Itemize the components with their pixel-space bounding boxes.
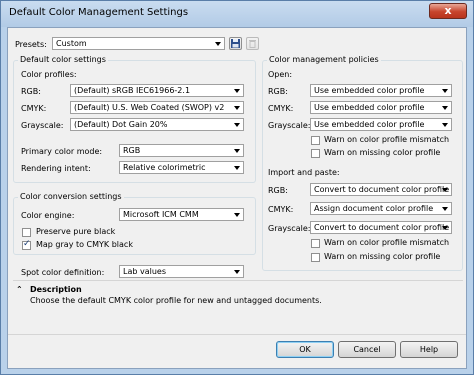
rendering-intent-label: Rendering intent:	[21, 164, 91, 173]
map-gray-to-cmyk-label: Map gray to CMYK black	[36, 240, 133, 249]
chevron-down-icon	[233, 103, 242, 112]
description-text: Choose the default CMYK color profile fo…	[30, 296, 322, 305]
import-grayscale-dropdown[interactable]: Convert to document color profile	[310, 221, 452, 234]
cmyk-profile-label: CMYK:	[21, 104, 47, 113]
import-warn-mismatch-checkbox[interactable]	[311, 239, 320, 248]
open-warn-missing-checkbox[interactable]	[311, 149, 320, 158]
spot-color-definition-value: Lab values	[123, 267, 166, 276]
open-rgb-value: Use embedded color profile	[314, 86, 425, 95]
rgb-profile-label: RGB:	[21, 87, 41, 96]
grayscale-profile-label: Grayscale:	[21, 121, 64, 130]
chevron-down-icon	[233, 210, 242, 219]
chevron-down-icon	[441, 86, 450, 95]
presets-label: Presets:	[15, 40, 47, 49]
import-warn-missing-checkbox[interactable]	[311, 253, 320, 262]
spot-color-definition-label: Spot color definition:	[21, 268, 105, 277]
chevron-down-icon	[233, 120, 242, 129]
spot-color-definition-dropdown[interactable]: Lab values	[119, 265, 244, 278]
import-grayscale-value: Convert to document color profile	[314, 223, 450, 232]
preserve-pure-black-label: Preserve pure black	[36, 227, 116, 236]
description-divider	[13, 280, 463, 281]
open-cmyk-label: CMYK:	[268, 104, 294, 113]
chevron-down-icon	[233, 163, 242, 172]
import-rgb-label: RGB:	[268, 186, 288, 195]
import-rgb-value: Convert to document color profile	[314, 185, 450, 194]
import-rgb-dropdown[interactable]: Convert to document color profile	[310, 183, 452, 196]
open-warn-mismatch-label: Warn on color profile mismatch	[324, 135, 450, 144]
open-rgb-label: RGB:	[268, 87, 288, 96]
save-icon	[231, 39, 240, 48]
close-button[interactable]: x	[429, 3, 467, 19]
title-bar[interactable]: Default Color Management Settings x	[1, 1, 473, 27]
primary-color-mode-dropdown[interactable]: RGB	[119, 144, 244, 157]
presets-value: Custom	[56, 39, 87, 48]
open-warn-mismatch-checkbox[interactable]	[311, 136, 320, 145]
preserve-pure-black-checkbox[interactable]	[22, 228, 31, 237]
rgb-profile-value: (Default) sRGB IEC61966-2.1	[74, 86, 191, 95]
open-grayscale-value: Use embedded color profile	[314, 120, 425, 129]
import-paste-label: Import and paste:	[268, 168, 340, 177]
window-title: Default Color Management Settings	[9, 7, 189, 18]
import-cmyk-label: CMYK:	[268, 205, 294, 214]
open-cmyk-value: Use embedded color profile	[314, 103, 425, 112]
save-preset-button[interactable]	[229, 37, 242, 50]
color-engine-value: Microsoft ICM CMM	[123, 210, 199, 219]
open-grayscale-label: Grayscale:	[268, 121, 311, 130]
close-icon: x	[444, 4, 452, 17]
description-title: Description	[30, 285, 82, 294]
default-color-settings-title: Default color settings	[18, 55, 108, 64]
rgb-profile-dropdown[interactable]: (Default) sRGB IEC61966-2.1	[70, 84, 244, 97]
color-engine-dropdown[interactable]: Microsoft ICM CMM	[119, 208, 244, 221]
chevron-down-icon	[441, 185, 450, 194]
rendering-intent-value: Relative colorimetric	[123, 163, 206, 172]
color-engine-label: Color engine:	[21, 211, 75, 220]
chevron-down-icon	[441, 103, 450, 112]
open-warn-missing-label: Warn on missing color profile	[324, 148, 441, 157]
ok-button[interactable]: OK	[276, 341, 334, 358]
map-gray-to-cmyk-checkbox[interactable]	[22, 239, 31, 250]
grayscale-profile-value: (Default) Dot Gain 20%	[74, 120, 168, 129]
button-area-divider	[8, 334, 466, 335]
trash-icon	[249, 40, 256, 48]
import-cmyk-dropdown[interactable]: Assign document color profile	[310, 202, 452, 215]
import-warn-missing-label: Warn on missing color profile	[324, 252, 441, 261]
cancel-button[interactable]: Cancel	[338, 341, 396, 358]
chevron-down-icon	[214, 39, 223, 48]
color-management-policies-title: Color management policies	[267, 55, 381, 64]
primary-color-mode-label: Primary color mode:	[21, 147, 103, 156]
delete-preset-button[interactable]	[246, 37, 259, 50]
chevron-down-icon	[441, 120, 450, 129]
dialog-client-area: Presets: Custom Default color settings C…	[7, 27, 467, 369]
open-cmyk-dropdown[interactable]: Use embedded color profile	[310, 101, 452, 114]
color-profiles-label: Color profiles:	[21, 70, 77, 79]
import-grayscale-label: Grayscale:	[268, 224, 311, 233]
presets-dropdown[interactable]: Custom	[52, 37, 225, 50]
dialog-window: Default Color Management Settings x Pres…	[0, 0, 474, 375]
help-button[interactable]: Help	[400, 341, 458, 358]
description-toggle-icon[interactable]: ⌃	[16, 285, 23, 294]
cmyk-profile-dropdown[interactable]: (Default) U.S. Web Coated (SWOP) v2	[70, 101, 244, 114]
chevron-down-icon	[441, 204, 450, 213]
open-label: Open:	[268, 70, 293, 79]
chevron-down-icon	[441, 223, 450, 232]
open-grayscale-dropdown[interactable]: Use embedded color profile	[310, 118, 452, 131]
color-conversion-settings-title: Color conversion settings	[18, 192, 124, 201]
primary-color-mode-value: RGB	[123, 146, 141, 155]
cmyk-profile-value: (Default) U.S. Web Coated (SWOP) v2	[74, 103, 225, 112]
chevron-down-icon	[233, 86, 242, 95]
chevron-down-icon	[233, 267, 242, 276]
import-cmyk-value: Assign document color profile	[314, 204, 434, 213]
rendering-intent-dropdown[interactable]: Relative colorimetric	[119, 161, 244, 174]
grayscale-profile-dropdown[interactable]: (Default) Dot Gain 20%	[70, 118, 244, 131]
chevron-down-icon	[233, 146, 242, 155]
import-warn-mismatch-label: Warn on color profile mismatch	[324, 238, 450, 247]
open-rgb-dropdown[interactable]: Use embedded color profile	[310, 84, 452, 97]
